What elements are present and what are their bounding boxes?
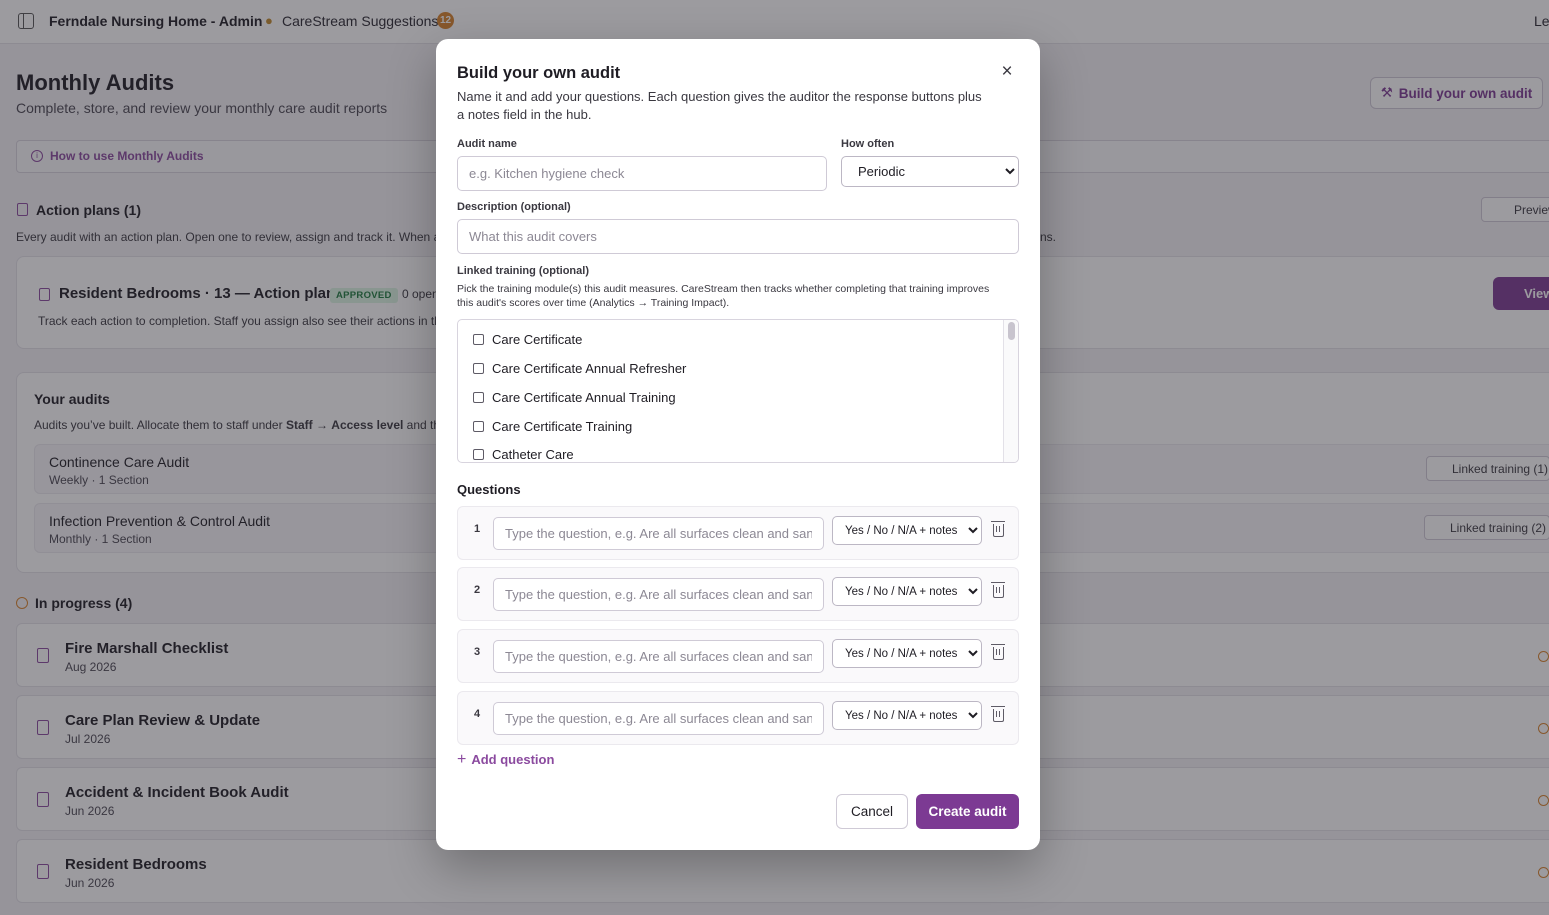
checkbox[interactable] bbox=[473, 334, 484, 345]
training-option-label: Care Certificate bbox=[492, 332, 583, 347]
linked-training-help: Pick the training module(s) this audit m… bbox=[457, 283, 990, 309]
response-type-select[interactable]: Yes / No / N/A + notes bbox=[832, 701, 982, 730]
description-label: Description (optional) bbox=[457, 201, 571, 213]
question-number: 4 bbox=[474, 708, 481, 720]
trash-icon[interactable] bbox=[991, 582, 1005, 598]
question-input[interactable] bbox=[493, 640, 824, 673]
plus-icon: + bbox=[457, 751, 467, 768]
add-question-button[interactable]: + Add question bbox=[457, 751, 555, 768]
checkbox[interactable] bbox=[473, 392, 484, 403]
description-input[interactable] bbox=[457, 219, 1019, 254]
close-icon[interactable]: × bbox=[997, 62, 1017, 82]
question-number: 3 bbox=[474, 646, 481, 658]
training-list[interactable]: Care Certificate Care Certificate Annual… bbox=[457, 319, 1019, 463]
question-input[interactable] bbox=[493, 578, 824, 611]
question-row: 3 Yes / No / N/A + notes bbox=[457, 629, 1019, 683]
how-often-select[interactable]: Periodic bbox=[841, 156, 1019, 187]
scrollbar-thumb[interactable] bbox=[1008, 322, 1015, 340]
question-row: 4 Yes / No / N/A + notes bbox=[457, 691, 1019, 745]
response-type-select[interactable]: Yes / No / N/A + notes bbox=[832, 577, 982, 606]
training-option-label: Care Certificate Annual Refresher bbox=[492, 361, 687, 376]
training-option[interactable]: Catheter Care bbox=[473, 447, 574, 462]
question-number: 1 bbox=[474, 523, 481, 535]
modal-title: Build your own audit bbox=[457, 64, 621, 82]
training-option-label: Care Certificate Annual Training bbox=[492, 390, 676, 405]
training-option[interactable]: Care Certificate Training bbox=[473, 419, 632, 434]
training-option[interactable]: Care Certificate bbox=[473, 332, 582, 347]
checkbox[interactable] bbox=[473, 421, 484, 432]
training-option-label: Catheter Care bbox=[492, 447, 574, 462]
question-input[interactable] bbox=[493, 702, 824, 735]
modal-description: Name it and add your questions. Each que… bbox=[457, 89, 982, 122]
trash-icon[interactable] bbox=[991, 521, 1005, 537]
questions-heading: Questions bbox=[457, 482, 521, 497]
training-list-scrollbar[interactable] bbox=[1003, 320, 1018, 462]
checkbox[interactable] bbox=[473, 363, 484, 374]
how-often-label: How often bbox=[841, 138, 895, 150]
add-question-label: Add question bbox=[471, 752, 555, 767]
linked-training-label: Linked training (optional) bbox=[457, 265, 589, 277]
question-row: 2 Yes / No / N/A + notes bbox=[457, 567, 1019, 621]
cancel-button[interactable]: Cancel bbox=[836, 794, 908, 829]
audit-name-label: Audit name bbox=[457, 138, 517, 150]
training-option[interactable]: Care Certificate Annual Refresher bbox=[473, 361, 686, 376]
build-audit-modal: Build your own audit × Name it and add y… bbox=[436, 39, 1040, 850]
create-audit-button[interactable]: Create audit bbox=[916, 794, 1019, 829]
checkbox[interactable] bbox=[473, 449, 484, 460]
question-number: 2 bbox=[474, 584, 481, 596]
training-option[interactable]: Care Certificate Annual Training bbox=[473, 390, 676, 405]
question-input[interactable] bbox=[493, 517, 824, 550]
question-row: 1 Yes / No / N/A + notes bbox=[457, 506, 1019, 560]
response-type-select[interactable]: Yes / No / N/A + notes bbox=[832, 639, 982, 668]
response-type-select[interactable]: Yes / No / N/A + notes bbox=[832, 516, 982, 545]
trash-icon[interactable] bbox=[991, 706, 1005, 722]
trash-icon[interactable] bbox=[991, 644, 1005, 660]
training-option-label: Care Certificate Training bbox=[492, 419, 633, 434]
audit-name-input[interactable] bbox=[457, 156, 827, 191]
